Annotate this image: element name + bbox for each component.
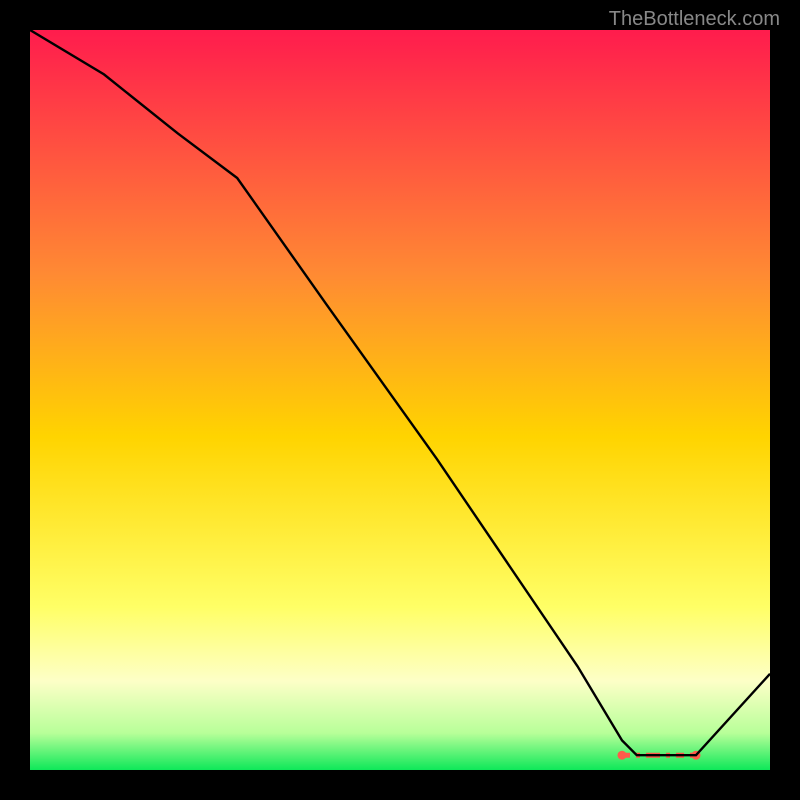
chart-svg [30,30,770,770]
gradient-background [30,30,770,770]
chart-container [30,30,770,770]
watermark-text: TheBottleneck.com [609,8,780,31]
